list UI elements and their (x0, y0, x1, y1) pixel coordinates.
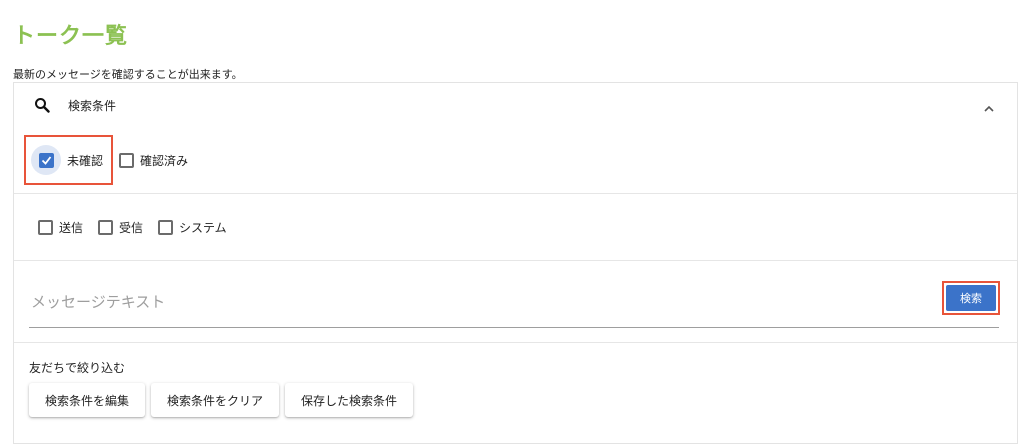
received-label: 受信 (119, 221, 144, 235)
status-filter-group: 未確認 確認済み (24, 135, 188, 185)
message-text-field: 検索 (29, 281, 1000, 328)
confirmed-label: 確認済み (140, 153, 189, 168)
divider (14, 193, 1017, 194)
divider (14, 342, 1017, 343)
saved-conditions-button[interactable]: 保存した検索条件 (285, 383, 414, 417)
unconfirmed-label: 未確認 (67, 153, 104, 168)
system-checkbox[interactable] (158, 220, 174, 235)
checkbox-halo (31, 145, 61, 175)
page-description: 最新のメッセージを確認することが出来ます。 (13, 68, 243, 81)
chevron-up-icon[interactable] (983, 99, 995, 112)
confirmed-checkbox[interactable] (119, 152, 135, 168)
type-filter-group: 送信 受信 システム (38, 219, 242, 236)
edit-conditions-button[interactable]: 検索条件を編集 (29, 383, 146, 417)
system-filter[interactable]: システム (158, 219, 227, 236)
received-filter[interactable]: 受信 (98, 219, 143, 236)
unconfirmed-filter[interactable]: 未確認 (24, 135, 114, 185)
sent-checkbox[interactable] (38, 220, 53, 235)
confirmed-filter[interactable]: 確認済み (119, 152, 188, 169)
search-conditions-label: 検索条件 (68, 99, 117, 113)
sent-label: 送信 (59, 221, 84, 235)
friend-filter-label: 友だちで絞り込む (29, 361, 126, 375)
search-conditions-panel: 検索条件 未確認 確認済み 送信 受信 システム メッセージテキスト 検索 友だ… (13, 82, 1018, 444)
search-conditions-header[interactable]: 検索条件 (14, 83, 1017, 127)
condition-button-row: 検索条件を編集 検索条件をクリア 保存した検索条件 (29, 383, 419, 417)
page-title: トーク一覧 (13, 24, 129, 49)
search-button-highlight: 検索 (942, 281, 1000, 315)
system-label: システム (179, 221, 227, 235)
search-button[interactable]: 検索 (946, 285, 996, 311)
unconfirmed-checkbox[interactable] (38, 152, 54, 168)
clear-conditions-button[interactable]: 検索条件をクリア (151, 383, 280, 417)
message-text-input[interactable] (29, 281, 933, 323)
received-checkbox[interactable] (98, 220, 114, 235)
divider (14, 260, 1017, 261)
sent-filter[interactable]: 送信 (38, 219, 83, 236)
search-icon (34, 97, 50, 113)
